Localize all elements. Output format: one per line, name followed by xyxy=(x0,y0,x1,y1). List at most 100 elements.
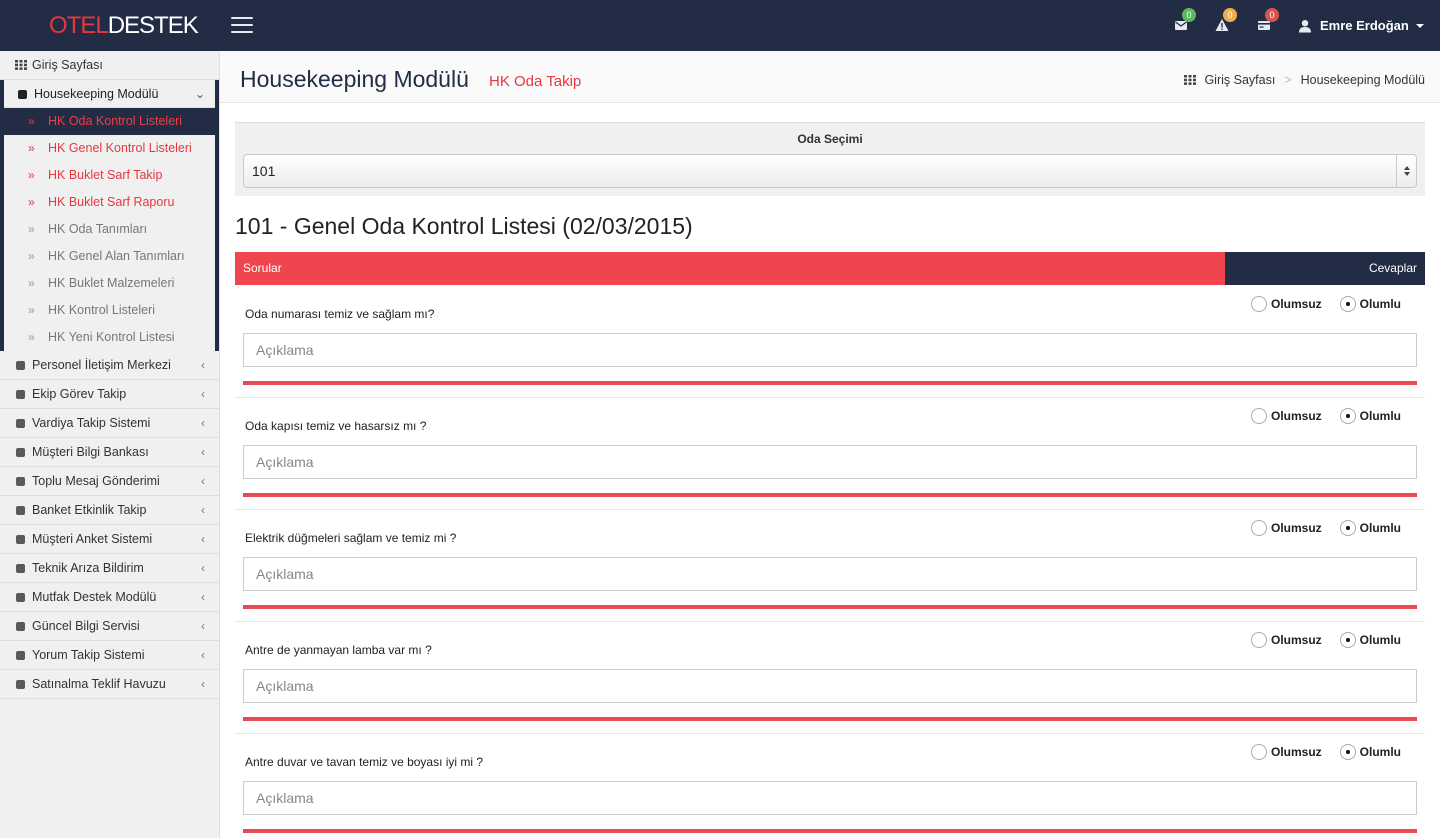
sidebar-item-yorum[interactable]: Yorum Takip Sistemi ‹ xyxy=(0,641,219,670)
radio-negative[interactable] xyxy=(1251,296,1267,312)
description-input[interactable] xyxy=(243,445,1417,479)
sidebar-subitem-hk-oda-kontrol[interactable]: » HK Oda Kontrol Listeleri xyxy=(4,108,215,135)
option-negative-label: Olumsuz xyxy=(1271,297,1322,311)
square-icon xyxy=(16,448,25,457)
sidebar-item-label: Satınalma Teklif Havuzu xyxy=(32,677,166,691)
logo-text-white: DESTEK xyxy=(107,12,199,39)
square-icon xyxy=(16,361,25,370)
room-selection-label: Oda Seçimi xyxy=(797,132,863,146)
double-chevron-icon: » xyxy=(28,168,35,182)
option-positive-label: Olumlu xyxy=(1359,745,1402,759)
sidebar-item-guncel[interactable]: Güncel Bilgi Servisi ‹ xyxy=(0,612,219,641)
sidebar-subitem-hk-buklet-sarf-raporu[interactable]: » HK Buklet Sarf Raporu xyxy=(4,189,215,216)
square-icon xyxy=(16,680,25,689)
radio-negative[interactable] xyxy=(1251,520,1267,536)
sidebar-item-teknik[interactable]: Teknik Arıza Bildirim ‹ xyxy=(0,554,219,583)
tasks-button[interactable]: 0 xyxy=(1255,8,1279,36)
square-icon xyxy=(16,477,25,486)
sidebar-subitem-hk-genel-kontrol[interactable]: » HK Genel Kontrol Listeleri xyxy=(4,135,215,162)
sidebar-item-satinalma[interactable]: Satınalma Teklif Havuzu ‹ xyxy=(0,670,219,699)
sidebar-subitem-hk-genel-alan-tanimlari[interactable]: » HK Genel Alan Tanımları xyxy=(4,243,215,270)
chevron-left-icon: ‹ xyxy=(201,532,205,546)
top-navbar: OTELDESTEK 0 0 0 Emre Erdoğan xyxy=(0,0,1440,51)
breadcrumb-home-link[interactable]: Giriş Sayfası xyxy=(1204,73,1275,87)
messages-button[interactable]: 0 xyxy=(1172,8,1196,36)
double-chevron-icon: » xyxy=(28,249,35,263)
divider xyxy=(243,717,1417,721)
question-row: Olumsuz Olumlu Antre de yanmayan lamba v… xyxy=(235,622,1425,734)
radio-negative[interactable] xyxy=(1251,744,1267,760)
radio-negative[interactable] xyxy=(1251,408,1267,424)
sidebar-item-ekip[interactable]: Ekip Görev Takip ‹ xyxy=(0,380,219,409)
sidebar-item-toplu-mesaj[interactable]: Toplu Mesaj Gönderimi ‹ xyxy=(0,467,219,496)
chevron-left-icon: ‹ xyxy=(201,416,205,430)
sidebar-subitem-hk-kontrol-listeleri[interactable]: » HK Kontrol Listeleri xyxy=(4,297,215,324)
question-row: Olumsuz Olumlu Antre duvar ve tavan temi… xyxy=(235,734,1425,838)
sidebar-item-home[interactable]: Giriş Sayfası xyxy=(0,51,219,80)
description-input[interactable] xyxy=(243,669,1417,703)
logo[interactable]: OTELDESTEK xyxy=(49,12,199,40)
column-header-answers: Cevaplar xyxy=(1225,252,1425,285)
sidebar-item-anket[interactable]: Müşteri Anket Sistemi ‹ xyxy=(0,525,219,554)
sidebar-subitem-hk-oda-tanimlari[interactable]: » HK Oda Tanımları xyxy=(4,216,215,243)
radio-negative[interactable] xyxy=(1251,632,1267,648)
sidebar-item-personel[interactable]: Personel İletişim Merkezi ‹ xyxy=(0,351,219,380)
answer-options: Olumsuz Olumlu xyxy=(1251,744,1419,760)
page-title: Housekeeping Modülü xyxy=(240,66,469,92)
sidebar-subitem-hk-yeni-kontrol-listesi[interactable]: » HK Yeni Kontrol Listesi xyxy=(4,324,215,351)
alerts-button[interactable]: 0 xyxy=(1213,8,1237,36)
radio-positive[interactable] xyxy=(1339,520,1356,536)
chevron-left-icon: ‹ xyxy=(201,387,205,401)
room-select[interactable]: 101 xyxy=(243,154,1417,188)
double-chevron-icon: » xyxy=(28,114,35,128)
sidebar-item-label: Teknik Arıza Bildirim xyxy=(32,561,144,575)
square-icon xyxy=(16,622,25,631)
option-negative-label: Olumsuz xyxy=(1271,745,1322,759)
description-input[interactable] xyxy=(243,781,1417,815)
square-icon xyxy=(16,651,25,660)
sidebar-item-banket[interactable]: Banket Etkinlik Takip ‹ xyxy=(0,496,219,525)
sidebar-item-label: Toplu Mesaj Gönderimi xyxy=(32,474,160,488)
sidebar-subitem-label: HK Oda Kontrol Listeleri xyxy=(48,114,183,128)
question-text: Antre duvar ve tavan temiz ve boyası iyi… xyxy=(245,755,484,769)
radio-positive[interactable] xyxy=(1339,744,1356,760)
sidebar-item-label: Vardiya Takip Sistemi xyxy=(32,416,151,430)
user-menu[interactable]: Emre Erdoğan xyxy=(1298,16,1424,36)
square-icon xyxy=(16,593,25,602)
page-subtitle: HK Oda Takip xyxy=(489,73,582,90)
description-input[interactable] xyxy=(243,557,1417,591)
radio-positive[interactable] xyxy=(1339,296,1356,312)
sidebar-item-vardiya[interactable]: Vardiya Takip Sistemi ‹ xyxy=(0,409,219,438)
question-text: Elektrik düğmeleri sağlam ve temiz mi ? xyxy=(245,531,457,545)
question-text: Antre de yanmayan lamba var mı ? xyxy=(245,643,432,657)
radio-positive[interactable] xyxy=(1339,632,1356,648)
sidebar-subitem-label: HK Genel Kontrol Listeleri xyxy=(48,141,192,155)
user-name: Emre Erdoğan xyxy=(1320,18,1409,33)
divider xyxy=(243,829,1417,833)
option-negative-label: Olumsuz xyxy=(1271,633,1322,647)
question-row: Olumsuz Olumlu Oda numarası temiz ve sağ… xyxy=(235,286,1425,398)
checklist-title: 101 - Genel Oda Kontrol Listesi (02/03/2… xyxy=(235,213,693,239)
sidebar-subitem-hk-buklet-sarf-takip[interactable]: » HK Buklet Sarf Takip xyxy=(4,162,215,189)
square-icon xyxy=(16,564,25,573)
sidebar-subitem-label: HK Buklet Malzemeleri xyxy=(48,276,175,290)
breadcrumb-current: Housekeeping Modülü xyxy=(1300,73,1425,87)
sidebar-item-musteri-bilgi[interactable]: Müşteri Bilgi Bankası ‹ xyxy=(0,438,219,467)
radio-positive[interactable] xyxy=(1339,408,1356,424)
sidebar-item-label: Housekeeping Modülü xyxy=(34,87,159,101)
option-positive-label: Olumlu xyxy=(1359,633,1402,647)
sidebar-item-label: Banket Etkinlik Takip xyxy=(32,503,147,517)
sidebar-item-housekeeping[interactable]: Housekeeping Modülü ⌄ xyxy=(4,80,215,108)
menu-toggle-icon[interactable] xyxy=(231,17,253,35)
sidebar-item-label: Personel İletişim Merkezi xyxy=(32,358,171,372)
sidebar-subitem-hk-buklet-malzemeleri[interactable]: » HK Buklet Malzemeleri xyxy=(4,270,215,297)
sidebar-item-mutfak[interactable]: Mutfak Destek Modülü ‹ xyxy=(0,583,219,612)
sidebar-item-label: Ekip Görev Takip xyxy=(32,387,127,401)
breadcrumb: Giriş Sayfası > Housekeeping Modülü xyxy=(1184,73,1425,87)
divider xyxy=(243,605,1417,609)
square-icon xyxy=(18,90,27,99)
option-negative-label: Olumsuz xyxy=(1271,521,1322,535)
room-selection-panel: Oda Seçimi 101 xyxy=(235,122,1425,196)
description-input[interactable] xyxy=(243,333,1417,367)
chevron-down-icon: ⌄ xyxy=(194,87,205,101)
